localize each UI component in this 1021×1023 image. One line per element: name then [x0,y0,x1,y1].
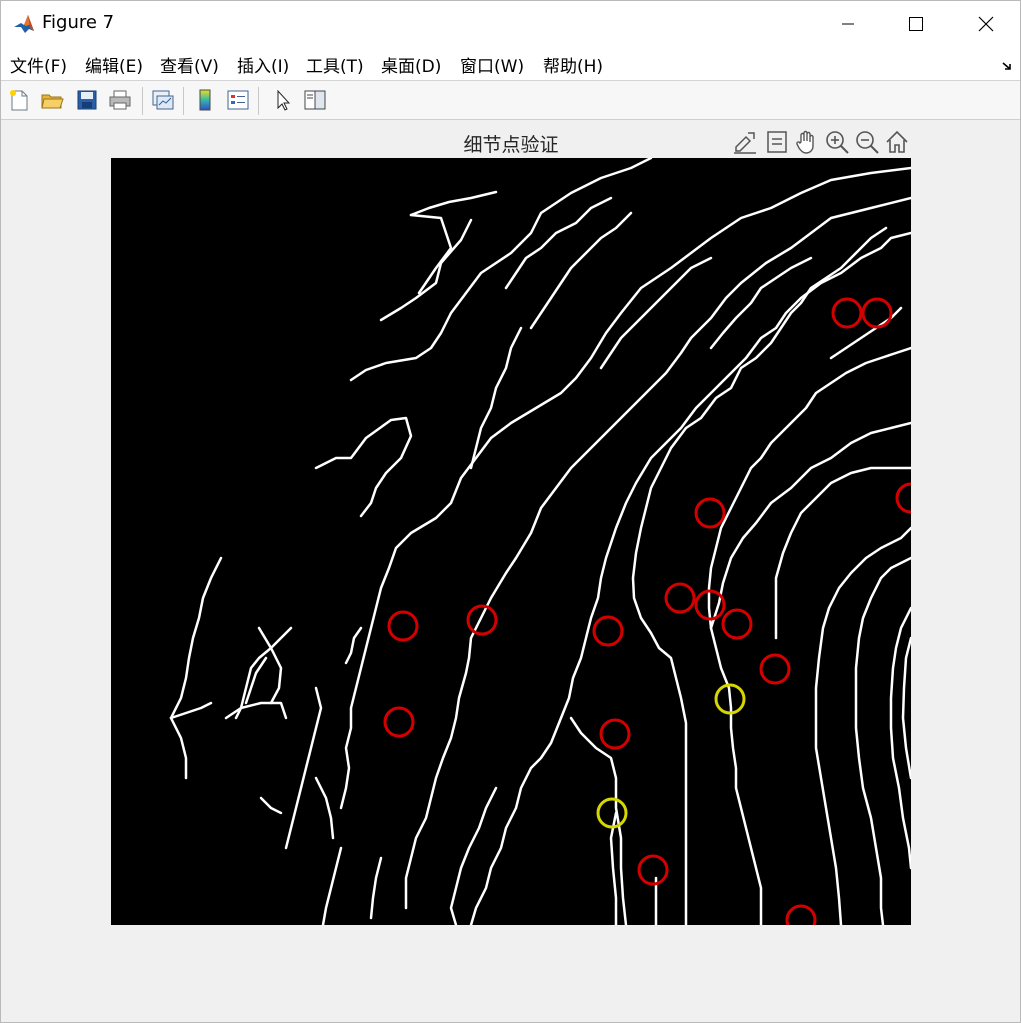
maximize-icon [909,17,923,31]
minimize-button[interactable] [813,1,883,47]
toolbar-divider [183,87,184,115]
menu-desktop[interactable]: 桌面(D) [381,52,441,77]
close-button[interactable] [951,1,1021,47]
window-title: Figure 7 [42,12,115,33]
export-icon[interactable] [731,128,759,156]
pan-hand-icon[interactable] [793,128,821,156]
zoom-out-icon[interactable] [853,128,881,156]
toolbar-divider [258,87,259,115]
dock-arrow-icon[interactable] [1001,57,1013,76]
data-tips-icon[interactable] [763,128,791,156]
menu-view[interactable]: 查看(V) [160,52,219,77]
menu-bar: 文件(F) 编辑(E) 查看(V) 插入(I) 工具(T) 桌面(D) 窗口(W… [1,47,1020,81]
figure-window: Figure 7 文件(F) 编辑(E) 查看(V) 插入(I) 工具(T) 桌… [0,0,1021,1023]
open-file-icon[interactable] [38,86,66,114]
maximize-button[interactable] [881,1,951,47]
home-icon[interactable] [883,128,911,156]
property-inspector-icon[interactable] [301,86,329,114]
colorbar-icon[interactable] [191,86,219,114]
fingerprint-axes [111,158,911,925]
figure-toolbar [1,81,1020,120]
menu-edit[interactable]: 编辑(E) [85,52,143,77]
title-bar: Figure 7 [1,1,1020,47]
menu-help[interactable]: 帮助(H) [543,52,603,77]
axes-toolbar [731,128,916,158]
new-figure-icon[interactable] [5,86,33,114]
matlab-logo-icon [12,12,36,36]
menu-window[interactable]: 窗口(W) [460,52,524,77]
zoom-in-icon[interactable] [823,128,851,156]
link-plot-icon[interactable] [148,86,176,114]
menu-insert[interactable]: 插入(I) [237,52,289,77]
print-icon[interactable] [106,86,134,114]
select-arrow-icon[interactable] [269,86,297,114]
legend-icon[interactable] [224,86,252,114]
menu-file[interactable]: 文件(F) [10,52,67,77]
close-icon [978,16,994,32]
toolbar-divider [142,87,143,115]
fingerprint-image [111,158,911,925]
save-icon[interactable] [73,86,101,114]
image-background [111,158,911,925]
menu-tools[interactable]: 工具(T) [306,52,364,77]
minimize-icon [842,23,854,25]
